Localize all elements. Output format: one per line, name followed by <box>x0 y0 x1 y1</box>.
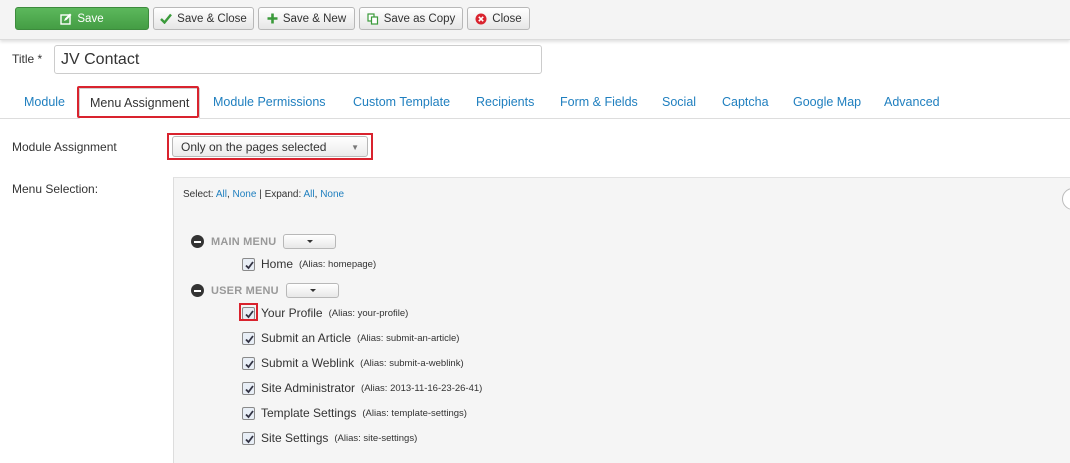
tab-custom-template[interactable]: Custom Template <box>353 95 450 109</box>
select-all-link[interactable]: All <box>216 189 227 200</box>
checkbox-submit-article[interactable] <box>242 331 255 345</box>
menu-item-submit-article: Submit an Article (Alias: submit-an-arti… <box>242 331 459 345</box>
checkbox-submit-weblink[interactable] <box>242 356 255 370</box>
menu-item-alias: (Alias: 2013-11-16-23-26-41) <box>361 382 483 394</box>
plus-icon <box>267 13 278 24</box>
tab-bar: Module Menu Assignment Module Permission… <box>0 86 1070 119</box>
main-menu-group: MAIN MENU <box>191 234 337 249</box>
user-menu-dropdown-button[interactable] <box>285 283 339 298</box>
menu-item-alias: (Alias: submit-an-article) <box>357 332 460 344</box>
separator: | <box>259 189 262 200</box>
module-assignment-select[interactable]: Only on the pages selected ▼ <box>172 136 368 157</box>
user-menu-title: USER MENU <box>211 284 279 297</box>
save-close-button[interactable]: Save & Close <box>153 7 254 30</box>
close-circle-icon <box>475 13 487 25</box>
toolbar: Save Save & Close Save & New Save as Cop… <box>0 0 1070 40</box>
menu-item-template-settings: Template Settings (Alias: template-setti… <box>242 406 467 420</box>
menu-item-your-profile: Your Profile (Alias: your-profile) <box>242 306 408 320</box>
module-assignment-value: Only on the pages selected <box>181 140 327 154</box>
checkbox-template-settings[interactable] <box>242 406 255 420</box>
select-comma: , <box>226 189 230 200</box>
copy-icon <box>367 12 379 25</box>
close-button[interactable]: Close <box>467 7 530 30</box>
checkbox-home[interactable] <box>242 257 255 271</box>
save-button[interactable]: Save <box>15 7 149 30</box>
tab-form-fields[interactable]: Form & Fields <box>560 95 638 109</box>
menu-item-name: Your Profile <box>261 306 323 320</box>
expand-all-link[interactable]: All <box>304 189 315 200</box>
title-label: Title * <box>12 52 43 66</box>
tab-captcha[interactable]: Captcha <box>722 95 769 109</box>
checkmark-icon <box>160 13 173 24</box>
close-label: Close <box>492 12 522 25</box>
save-close-label: Save & Close <box>177 12 247 25</box>
menu-item-alias: (Alias: site-settings) <box>334 432 418 444</box>
main-menu-title: MAIN MENU <box>211 235 277 248</box>
select-prefix: Select: <box>183 189 214 200</box>
menu-selection-label: Menu Selection: <box>12 182 99 196</box>
menu-item-alias: (Alias: homepage) <box>299 258 377 270</box>
menu-item-name: Submit an Article <box>261 331 352 345</box>
title-input[interactable] <box>54 45 542 74</box>
save-label: Save <box>77 12 104 25</box>
tab-social[interactable]: Social <box>662 95 696 109</box>
tab-recipients[interactable]: Recipients <box>476 95 534 109</box>
edit-icon <box>60 13 72 25</box>
menu-item-submit-weblink: Submit a Weblink (Alias: submit-a-weblin… <box>242 356 464 370</box>
expand-prefix: Expand: <box>264 189 302 200</box>
main-menu-dropdown-button[interactable] <box>283 234 337 249</box>
menu-item-name: Site Settings <box>261 431 329 445</box>
user-menu-group: USER MENU <box>191 283 339 298</box>
tab-advanced[interactable]: Advanced <box>884 95 940 109</box>
save-new-label: Save & New <box>282 12 347 25</box>
menu-item-site-administrator: Site Administrator (Alias: 2013-11-16-23… <box>242 381 482 395</box>
checkbox-site-administrator[interactable] <box>242 381 255 395</box>
menu-item-name: Template Settings <box>261 406 357 420</box>
checkbox-your-profile[interactable] <box>242 306 255 320</box>
save-new-button[interactable]: Save & New <box>258 7 355 30</box>
save-copy-button[interactable]: Save as Copy <box>359 7 463 30</box>
save-copy-label: Save as Copy <box>383 12 456 25</box>
checkbox-site-settings[interactable] <box>242 431 255 445</box>
menu-item-name: Home <box>261 257 294 271</box>
menu-selection-panel <box>173 177 1070 463</box>
menu-item-name: Site Administrator <box>261 381 356 395</box>
menu-item-alias: (Alias: submit-a-weblink) <box>360 357 464 369</box>
tab-google-map[interactable]: Google Map <box>793 95 861 109</box>
tab-module[interactable]: Module <box>24 95 65 109</box>
select-expand-links: Select: All, None | Expand: All, None <box>183 189 344 200</box>
expand-none-link[interactable]: None <box>320 189 344 200</box>
select-none-link[interactable]: None <box>233 189 257 200</box>
menu-item-alias: (Alias: your-profile) <box>328 307 409 319</box>
menu-item-alias: (Alias: template-settings) <box>362 407 467 419</box>
expand-comma: , <box>314 189 318 200</box>
minus-circle-icon[interactable] <box>191 284 204 297</box>
tab-menu-assignment[interactable]: Menu Assignment <box>79 88 201 119</box>
menu-item-home: Home (Alias: homepage) <box>242 257 376 271</box>
module-assignment-label: Module Assignment <box>12 140 117 154</box>
minus-circle-icon[interactable] <box>191 235 204 248</box>
menu-item-site-settings: Site Settings (Alias: site-settings) <box>242 431 417 445</box>
caret-down-icon: ▼ <box>351 143 359 152</box>
tab-module-permissions[interactable]: Module Permissions <box>213 95 326 109</box>
menu-item-name: Submit a Weblink <box>261 356 355 370</box>
